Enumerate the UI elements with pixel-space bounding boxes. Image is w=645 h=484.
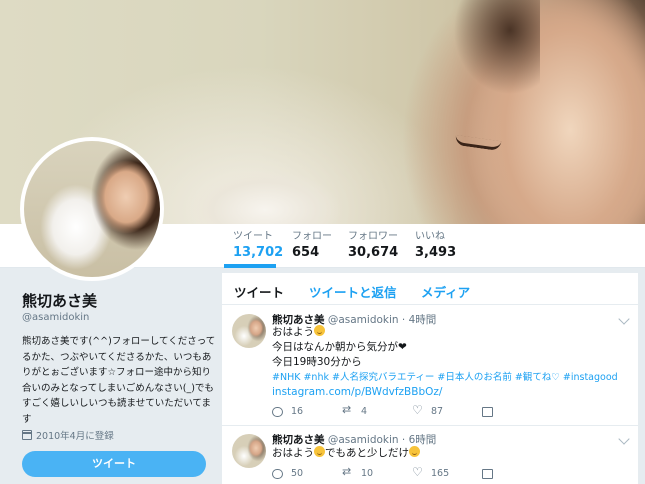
stat-label: ツイート xyxy=(233,231,273,242)
tweet-separator: · xyxy=(401,434,406,446)
tweet-line: 今日はなんか朝から気分が❤ xyxy=(272,341,407,353)
tweet-item[interactable]: 熊切あさ美 @asamidokin · 4時間 おはよう 今日はなんか朝から気分… xyxy=(222,306,638,426)
retweet-count: 10 xyxy=(361,468,374,479)
chevron-down-icon[interactable] xyxy=(618,313,630,325)
dm-button[interactable] xyxy=(482,468,552,479)
retweet-button[interactable]: 4 xyxy=(342,403,412,418)
active-stat-indicator xyxy=(224,264,276,268)
tweet-line: おはよう xyxy=(272,326,314,338)
envelope-icon xyxy=(482,406,493,417)
chevron-down-icon[interactable] xyxy=(618,433,630,445)
stat-followers[interactable]: フォロワー 30,674 xyxy=(348,231,398,261)
tweet-text: おはよう でもあと少しだけ xyxy=(272,446,632,461)
stat-value: 13,702 xyxy=(233,245,284,260)
stat-label: いいね xyxy=(415,231,445,242)
stat-likes[interactable]: いいね 3,493 xyxy=(415,231,456,261)
tweet-author-name[interactable]: 熊切あさ美 xyxy=(272,434,325,446)
like-button[interactable]: 165 xyxy=(412,465,482,480)
joined-text: 2010年4月に登録 xyxy=(36,431,114,442)
tweet-button[interactable]: ツイート xyxy=(22,451,206,477)
heart-icon xyxy=(412,465,423,479)
tab-media[interactable]: メディア xyxy=(421,282,470,301)
calendar-icon xyxy=(22,430,32,440)
like-count: 87 xyxy=(431,406,444,417)
stat-value: 3,493 xyxy=(415,245,457,260)
heart-icon xyxy=(412,403,423,417)
tweet-text: おはよう 今日はなんか朝から気分が❤ 今日19時30分から #NHK #nhk … xyxy=(272,325,632,400)
retweet-button[interactable]: 10 xyxy=(342,465,412,480)
envelope-icon xyxy=(482,468,493,479)
tweet-line: でもあと少しだけ xyxy=(325,447,409,459)
tweet-line: おはよう xyxy=(272,447,314,459)
retweet-icon xyxy=(342,403,353,417)
tweet-avatar[interactable] xyxy=(232,314,266,348)
stat-label: フォロー xyxy=(292,231,332,242)
tweet-line: 今日19時30分から xyxy=(272,356,362,368)
reply-button[interactable]: 16 xyxy=(272,406,342,417)
profile-avatar[interactable] xyxy=(20,137,164,281)
tab-tweets[interactable]: ツイート xyxy=(234,282,284,301)
profile-bio: 熊切あさ美です(^^)フォローしてくださってるかた、つぶやいてくださるかた、いつ… xyxy=(22,336,216,425)
tweet-actions: 16 4 87 xyxy=(272,403,552,418)
reply-count: 16 xyxy=(291,406,304,417)
stat-tweets[interactable]: ツイート 13,702 xyxy=(233,231,283,261)
like-count: 165 xyxy=(431,468,450,479)
stat-value: 30,674 xyxy=(348,245,399,260)
timeline: ツイート ツイートと返信 メディア 熊切あさ美 @asamidokin · 4時… xyxy=(222,273,638,484)
tired-emoji-icon xyxy=(409,446,420,457)
reply-icon xyxy=(272,406,283,417)
tweet-item[interactable]: 熊切あさ美 @asamidokin · 6時間 おはよう でもあと少しだけ 50 … xyxy=(222,427,638,484)
retweet-icon xyxy=(342,465,353,479)
dm-button[interactable] xyxy=(482,406,552,417)
tweet-time[interactable]: 6時間 xyxy=(409,434,437,446)
profile-handle[interactable]: @asamidokin xyxy=(22,312,89,323)
timeline-tabs: ツイート ツイートと返信 メディア xyxy=(222,273,638,305)
stat-value: 654 xyxy=(292,245,320,260)
smile-emoji-icon xyxy=(314,325,325,336)
tweet-hashtags[interactable]: #NHK #nhk #人名探究バラエティー #日本人のお名前 #観てね♡ #in… xyxy=(272,370,632,385)
stat-following[interactable]: フォロー 654 xyxy=(292,231,332,261)
tweet-link[interactable]: instagram.com/p/BWdvfzBBbOz/ xyxy=(272,385,632,400)
tab-tweets-and-replies[interactable]: ツイートと返信 xyxy=(309,282,397,301)
joined-date: 2010年4月に登録 xyxy=(22,428,114,442)
like-button[interactable]: 87 xyxy=(412,403,482,418)
tweet-author-handle[interactable]: @asamidokin xyxy=(328,434,399,446)
smile-emoji-icon xyxy=(314,446,325,457)
stat-label: フォロワー xyxy=(348,231,398,242)
tweet-avatar[interactable] xyxy=(232,434,266,468)
reply-icon xyxy=(272,468,283,479)
reply-button[interactable]: 50 xyxy=(272,468,342,479)
tweet-header: 熊切あさ美 @asamidokin · 6時間 xyxy=(272,432,436,447)
retweet-count: 4 xyxy=(361,406,368,417)
tweet-actions: 50 10 165 xyxy=(272,465,552,480)
reply-count: 50 xyxy=(291,468,304,479)
profile-name[interactable]: 熊切あさ美 xyxy=(22,290,97,311)
